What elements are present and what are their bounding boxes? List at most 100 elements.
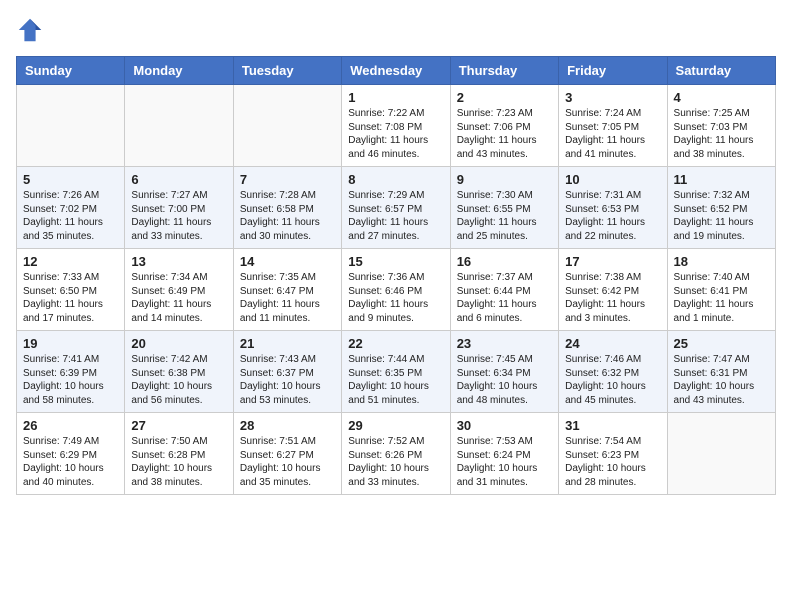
day-info: Sunrise: 7:26 AM Sunset: 7:02 PM Dayligh… [23, 189, 118, 243]
calendar-cell: 2 Sunrise: 7:23 AM Sunset: 7:06 PM Daylig… [450, 85, 558, 167]
day-number: 7 [240, 172, 335, 187]
day-number: 6 [131, 172, 226, 187]
day-info: Sunrise: 7:34 AM Sunset: 6:49 PM Dayligh… [131, 271, 226, 325]
calendar-cell: 8 Sunrise: 7:29 AM Sunset: 6:57 PM Daylig… [342, 167, 450, 249]
calendar-cell: 13Sunrise: 7:34 AM Sunset: 6:49 PM Dayli… [125, 249, 233, 331]
calendar-cell: 21 Sunrise: 7:43 AM Sunset: 6:37 PM Dayli… [233, 331, 341, 413]
day-info: Sunrise: 7:35 AM Sunset: 6:47 PM Dayligh… [240, 271, 335, 325]
calendar-day-header: Wednesday [342, 57, 450, 85]
day-number: 26 [23, 418, 118, 433]
calendar-table: SundayMondayTuesdayWednesdayThursdayFrid… [16, 56, 776, 495]
day-number: 30 [457, 418, 552, 433]
day-number: 22 [348, 336, 443, 351]
logo [16, 16, 48, 44]
day-number: 18 [674, 254, 769, 269]
day-info: Sunrise: 7:38 AM Sunset: 6:42 PM Dayligh… [565, 271, 660, 325]
calendar-cell: 17Sunrise: 7:38 AM Sunset: 6:42 PM Dayli… [559, 249, 667, 331]
calendar-cell: 1Sunrise: 7:22 AM Sunset: 7:08 PM Daylig… [342, 85, 450, 167]
calendar-cell: 7Sunrise: 7:28 AM Sunset: 6:58 PM Daylig… [233, 167, 341, 249]
day-info: Sunrise: 7:50 AM Sunset: 6:28 PM Dayligh… [131, 435, 226, 489]
calendar-week-row: 5 Sunrise: 7:26 AM Sunset: 7:02 PM Daylig… [17, 167, 776, 249]
calendar-cell: 9 Sunrise: 7:30 AM Sunset: 6:55 PM Daylig… [450, 167, 558, 249]
calendar-header-row: SundayMondayTuesdayWednesdayThursdayFrid… [17, 57, 776, 85]
day-info: Sunrise: 7:30 AM Sunset: 6:55 PM Dayligh… [457, 189, 552, 243]
calendar-cell: 10 Sunrise: 7:31 AM Sunset: 6:53 PM Dayli… [559, 167, 667, 249]
day-number: 8 [348, 172, 443, 187]
day-number: 24 [565, 336, 660, 351]
calendar-cell: 29Sunrise: 7:52 AM Sunset: 6:26 PM Dayli… [342, 413, 450, 495]
calendar-cell: 4 Sunrise: 7:25 AM Sunset: 7:03 PM Daylig… [667, 85, 775, 167]
calendar-day-header: Monday [125, 57, 233, 85]
day-number: 20 [131, 336, 226, 351]
day-number: 4 [674, 90, 769, 105]
calendar-day-header: Thursday [450, 57, 558, 85]
calendar-cell: 11 Sunrise: 7:32 AM Sunset: 6:52 PM Dayli… [667, 167, 775, 249]
day-info: Sunrise: 7:33 AM Sunset: 6:50 PM Dayligh… [23, 271, 118, 325]
calendar-cell: 22 Sunrise: 7:44 AM Sunset: 6:35 PM Dayli… [342, 331, 450, 413]
calendar-cell [17, 85, 125, 167]
calendar-cell: 28Sunrise: 7:51 AM Sunset: 6:27 PM Dayli… [233, 413, 341, 495]
day-info: Sunrise: 7:42 AM Sunset: 6:38 PM Dayligh… [131, 353, 226, 407]
day-number: 23 [457, 336, 552, 351]
day-number: 10 [565, 172, 660, 187]
day-info: Sunrise: 7:23 AM Sunset: 7:06 PM Dayligh… [457, 107, 552, 161]
calendar-cell: 5 Sunrise: 7:26 AM Sunset: 7:02 PM Daylig… [17, 167, 125, 249]
calendar-week-row: 12 Sunrise: 7:33 AM Sunset: 6:50 PM Dayli… [17, 249, 776, 331]
day-number: 16 [457, 254, 552, 269]
day-number: 3 [565, 90, 660, 105]
calendar-day-header: Friday [559, 57, 667, 85]
calendar-cell: 12 Sunrise: 7:33 AM Sunset: 6:50 PM Dayli… [17, 249, 125, 331]
day-info: Sunrise: 7:52 AM Sunset: 6:26 PM Dayligh… [348, 435, 443, 489]
calendar-cell: 16Sunrise: 7:37 AM Sunset: 6:44 PM Dayli… [450, 249, 558, 331]
logo-icon [16, 16, 44, 44]
calendar-cell: 27 Sunrise: 7:50 AM Sunset: 6:28 PM Dayli… [125, 413, 233, 495]
day-number: 27 [131, 418, 226, 433]
calendar-cell [125, 85, 233, 167]
day-info: Sunrise: 7:45 AM Sunset: 6:34 PM Dayligh… [457, 353, 552, 407]
day-info: Sunrise: 7:36 AM Sunset: 6:46 PM Dayligh… [348, 271, 443, 325]
calendar-cell [233, 85, 341, 167]
calendar-cell: 20 Sunrise: 7:42 AM Sunset: 6:38 PM Dayli… [125, 331, 233, 413]
day-number: 28 [240, 418, 335, 433]
day-info: Sunrise: 7:29 AM Sunset: 6:57 PM Dayligh… [348, 189, 443, 243]
calendar-cell: 26Sunrise: 7:49 AM Sunset: 6:29 PM Dayli… [17, 413, 125, 495]
calendar-cell: 3Sunrise: 7:24 AM Sunset: 7:05 PM Daylig… [559, 85, 667, 167]
calendar-day-header: Sunday [17, 57, 125, 85]
day-info: Sunrise: 7:31 AM Sunset: 6:53 PM Dayligh… [565, 189, 660, 243]
calendar-cell: 31 Sunrise: 7:54 AM Sunset: 6:23 PM Dayli… [559, 413, 667, 495]
calendar-cell: 24 Sunrise: 7:46 AM Sunset: 6:32 PM Dayli… [559, 331, 667, 413]
day-info: Sunrise: 7:46 AM Sunset: 6:32 PM Dayligh… [565, 353, 660, 407]
calendar-cell: 25 Sunrise: 7:47 AM Sunset: 6:31 PM Dayli… [667, 331, 775, 413]
calendar-week-row: 26Sunrise: 7:49 AM Sunset: 6:29 PM Dayli… [17, 413, 776, 495]
day-info: Sunrise: 7:41 AM Sunset: 6:39 PM Dayligh… [23, 353, 118, 407]
calendar-cell: 15Sunrise: 7:36 AM Sunset: 6:46 PM Dayli… [342, 249, 450, 331]
day-info: Sunrise: 7:32 AM Sunset: 6:52 PM Dayligh… [674, 189, 769, 243]
day-info: Sunrise: 7:53 AM Sunset: 6:24 PM Dayligh… [457, 435, 552, 489]
day-info: Sunrise: 7:47 AM Sunset: 6:31 PM Dayligh… [674, 353, 769, 407]
day-number: 31 [565, 418, 660, 433]
day-number: 25 [674, 336, 769, 351]
calendar-week-row: 1Sunrise: 7:22 AM Sunset: 7:08 PM Daylig… [17, 85, 776, 167]
day-info: Sunrise: 7:43 AM Sunset: 6:37 PM Dayligh… [240, 353, 335, 407]
day-info: Sunrise: 7:25 AM Sunset: 7:03 PM Dayligh… [674, 107, 769, 161]
day-number: 12 [23, 254, 118, 269]
day-number: 2 [457, 90, 552, 105]
day-number: 11 [674, 172, 769, 187]
calendar-cell: 23 Sunrise: 7:45 AM Sunset: 6:34 PM Dayli… [450, 331, 558, 413]
calendar-cell: 6 Sunrise: 7:27 AM Sunset: 7:00 PM Daylig… [125, 167, 233, 249]
calendar-day-header: Tuesday [233, 57, 341, 85]
day-info: Sunrise: 7:27 AM Sunset: 7:00 PM Dayligh… [131, 189, 226, 243]
calendar-cell: 14Sunrise: 7:35 AM Sunset: 6:47 PM Dayli… [233, 249, 341, 331]
day-number: 5 [23, 172, 118, 187]
calendar-cell: 18 Sunrise: 7:40 AM Sunset: 6:41 PM Dayli… [667, 249, 775, 331]
day-info: Sunrise: 7:44 AM Sunset: 6:35 PM Dayligh… [348, 353, 443, 407]
day-number: 9 [457, 172, 552, 187]
day-info: Sunrise: 7:22 AM Sunset: 7:08 PM Dayligh… [348, 107, 443, 161]
day-info: Sunrise: 7:40 AM Sunset: 6:41 PM Dayligh… [674, 271, 769, 325]
day-number: 21 [240, 336, 335, 351]
page-header [16, 16, 776, 44]
calendar-week-row: 19Sunrise: 7:41 AM Sunset: 6:39 PM Dayli… [17, 331, 776, 413]
day-info: Sunrise: 7:54 AM Sunset: 6:23 PM Dayligh… [565, 435, 660, 489]
calendar-day-header: Saturday [667, 57, 775, 85]
calendar-cell [667, 413, 775, 495]
